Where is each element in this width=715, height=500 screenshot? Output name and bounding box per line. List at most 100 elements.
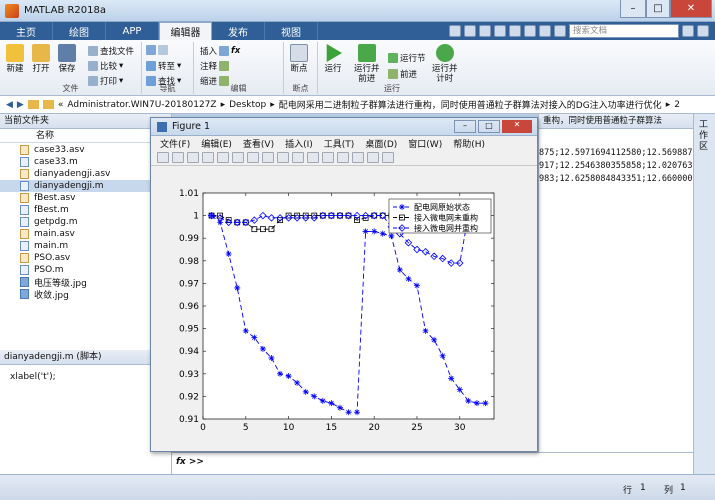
address-bar[interactable]: ◀ ▶ « Administrator.WIN7U-20180127Z ▸ De… <box>0 96 715 114</box>
path-separator: ▸ <box>270 99 275 110</box>
menu-view[interactable]: 查看(V) <box>243 137 274 150</box>
path-part-2[interactable]: 2 <box>674 100 680 110</box>
tab-apps[interactable]: APP <box>106 22 159 40</box>
tab-editor[interactable]: 编辑器 <box>159 22 212 40</box>
m-file-icon <box>20 157 29 167</box>
tab-home[interactable]: 主页 <box>0 22 53 40</box>
colorbar-icon[interactable] <box>337 152 349 163</box>
menu-help[interactable]: 帮助(H) <box>453 137 485 150</box>
run-button[interactable]: 运行 <box>324 44 342 74</box>
help-icon[interactable] <box>554 25 566 37</box>
details-title: dianyadengji.m (脚本) <box>0 350 171 365</box>
path-part-desktop[interactable]: Desktop <box>229 100 266 110</box>
pan-icon[interactable] <box>262 152 274 163</box>
search-icon[interactable] <box>682 25 694 37</box>
tab-publish[interactable]: 发布 <box>212 22 265 40</box>
path-part-user[interactable]: Administrator.WIN7U-20180127Z <box>67 100 216 110</box>
y-tick-label: 0.98 <box>179 257 199 267</box>
comment-button[interactable]: 注释 <box>200 60 230 72</box>
copy-icon[interactable] <box>479 25 491 37</box>
browse-folder-icon[interactable] <box>42 100 54 109</box>
menu-window[interactable]: 窗口(W) <box>408 137 442 150</box>
paste-icon[interactable] <box>494 25 506 37</box>
new-figure-icon[interactable] <box>157 152 169 163</box>
save-icon[interactable] <box>449 25 461 37</box>
figure-minimize-button[interactable]: – <box>454 120 476 133</box>
menu-insert[interactable]: 插入(I) <box>285 137 313 150</box>
notification-icon[interactable] <box>697 25 709 37</box>
back-forward-buttons[interactable] <box>146 45 168 55</box>
tab-view[interactable]: 视图 <box>265 22 318 40</box>
breakpoints-button[interactable]: 断点 <box>290 44 308 74</box>
menu-tools[interactable]: 工具(T) <box>324 137 355 150</box>
name-column-header[interactable]: 名称 <box>0 129 171 143</box>
run-section-button[interactable]: 运行节 <box>388 52 426 64</box>
workspace-tab[interactable]: 工作区 <box>699 120 710 153</box>
image-file-icon <box>20 289 29 299</box>
hide-tools-icon[interactable] <box>367 152 379 163</box>
file-item[interactable]: fBest.m <box>0 204 170 216</box>
file-item[interactable]: fBest.asv <box>0 192 170 204</box>
cut-icon[interactable] <box>464 25 476 37</box>
path-part-project[interactable]: 配电网采用二进制粒子群算法进行重构，同时使用普通粒子群算法对接入的DG注入功率进… <box>279 98 662 111</box>
figure-close-button[interactable]: ✕ <box>502 120 532 133</box>
brush-icon[interactable] <box>307 152 319 163</box>
compare-button[interactable]: 比较 ▾ <box>88 60 123 72</box>
output-line: 875;12.5971694112580;12.569887 <box>539 148 693 158</box>
open-file-icon[interactable] <box>172 152 184 163</box>
data-cursor-icon[interactable] <box>292 152 304 163</box>
zoom-in-icon[interactable] <box>232 152 244 163</box>
open-button[interactable]: 打开 <box>32 44 50 74</box>
file-item[interactable]: 电压等级.jpg <box>0 276 170 289</box>
redo-icon[interactable] <box>524 25 536 37</box>
file-item[interactable]: main.asv <box>0 228 170 240</box>
file-name: fBest.m <box>34 205 69 215</box>
file-item[interactable]: PSO.m <box>0 264 170 276</box>
file-item[interactable]: dianyadengji.m <box>0 180 170 192</box>
save-figure-icon[interactable] <box>187 152 199 163</box>
switch-windows-icon[interactable] <box>539 25 551 37</box>
menu-file[interactable]: 文件(F) <box>160 137 190 150</box>
file-item[interactable]: case33.m <box>0 156 170 168</box>
link-plot-icon[interactable] <box>322 152 334 163</box>
close-button[interactable]: ✕ <box>670 0 712 18</box>
file-item[interactable]: getpdg.m <box>0 216 170 228</box>
rotate-icon[interactable] <box>277 152 289 163</box>
new-button[interactable]: 新建 <box>6 44 24 74</box>
data-point-0 <box>345 409 352 416</box>
undo-icon[interactable] <box>509 25 521 37</box>
file-item[interactable]: 收敛.jpg <box>0 288 170 301</box>
folder-up-icon[interactable] <box>27 100 39 109</box>
search-documentation-input[interactable]: 搜索文档 <box>569 24 679 38</box>
legend-icon[interactable] <box>352 152 364 163</box>
show-tools-icon[interactable] <box>382 152 394 163</box>
zoom-out-icon[interactable] <box>247 152 259 163</box>
figure-icon <box>157 121 167 132</box>
status-bar: 行 1 列 1 <box>0 474 715 500</box>
maximize-button[interactable]: □ <box>646 0 670 18</box>
figure-maximize-button[interactable]: □ <box>478 120 500 133</box>
command-output-area[interactable]: 重构，同时使用普通粒子群算法 875;12.5971694112580;12.5… <box>538 114 693 354</box>
find-files-button[interactable]: 查找文件 <box>88 45 134 57</box>
right-pane-header: 重构，同时使用普通粒子群算法 <box>539 114 693 129</box>
forward-icon[interactable]: ▶ <box>17 100 24 110</box>
advance-button[interactable]: 前进 <box>388 68 417 80</box>
edit-plot-icon[interactable] <box>217 152 229 163</box>
menu-edit[interactable]: 编辑(E) <box>201 137 232 150</box>
minimize-button[interactable]: – <box>620 0 646 18</box>
tab-plots[interactable]: 绘图 <box>53 22 106 40</box>
run-and-advance-button[interactable]: 运行并 前进 <box>354 44 380 84</box>
data-point-0 <box>439 352 446 359</box>
goto-button[interactable]: 转至 ▾ <box>146 60 181 72</box>
back-icon[interactable]: ◀ <box>6 100 13 110</box>
insert-button[interactable]: 插入 fx <box>200 45 240 57</box>
save-button[interactable]: 保存 <box>58 44 76 74</box>
file-item[interactable]: main.m <box>0 240 170 252</box>
file-item[interactable]: dianyadengji.asv <box>0 168 170 180</box>
print-figure-icon[interactable] <box>202 152 214 163</box>
run-and-time-button[interactable]: 运行并 计时 <box>432 44 458 84</box>
file-item[interactable]: case33.asv <box>0 144 170 156</box>
command-window[interactable]: fx >> <box>172 452 693 474</box>
file-item[interactable]: PSO.asv <box>0 252 170 264</box>
menu-desktop[interactable]: 桌面(D) <box>365 137 397 150</box>
